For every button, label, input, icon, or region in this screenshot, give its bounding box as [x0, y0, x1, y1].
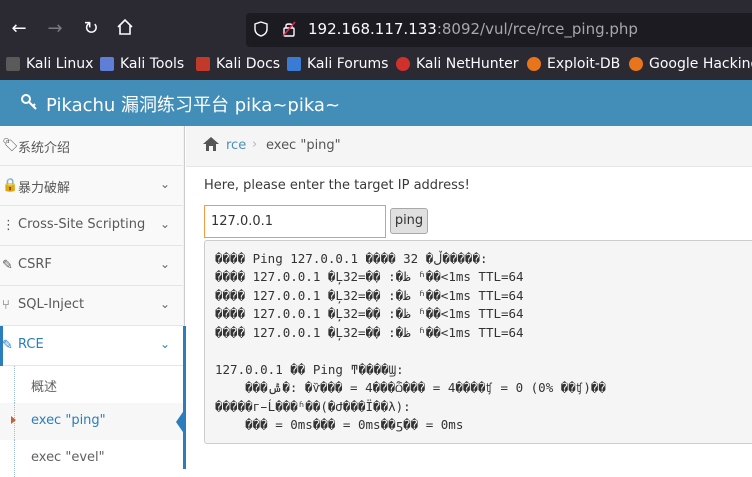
caret-right-icon	[11, 416, 16, 424]
bookmark-kali-nethunter[interactable]: Kali NetHunter	[396, 56, 518, 72]
brand[interactable]: Pikachu 漏洞练习平台 pika~pika~	[20, 91, 340, 117]
sidebar-item-sqli[interactable]: ⑂ SQL-Inject ⌄	[0, 286, 183, 326]
kali-docs-icon	[196, 57, 210, 71]
sliders-icon: ⋮	[2, 218, 15, 233]
sidebar-active-edge	[183, 326, 186, 469]
kali-dragon-icon	[6, 57, 20, 71]
breadcrumb: rce › exec "ping"	[186, 126, 752, 167]
sidebar-item-label: CSRF	[18, 257, 52, 272]
sidebar-item-label: 暴力破解	[18, 181, 71, 196]
subitem-label: 概述	[31, 380, 58, 395]
bookmark-label: Kali Linux	[26, 56, 94, 72]
app-title: Pikachu 漏洞练习平台 pika~pika~	[46, 95, 341, 116]
breadcrumb-separator: ›	[252, 137, 258, 152]
google-hacking-icon	[629, 57, 643, 71]
sidebar-item-label: 系统介绍	[18, 141, 71, 156]
pencil-icon: ✎	[2, 338, 13, 353]
sidebar-item-csrf[interactable]: ✎ CSRF ⌄	[0, 246, 183, 286]
exploit-db-icon	[527, 57, 541, 71]
edit-icon: ✎	[2, 258, 13, 273]
output-line: ���� Ping 127.0.0.1 ���� 32 �ֽڵ�����:	[215, 251, 488, 266]
sidebar-subitem-overview[interactable]: 概述	[0, 366, 183, 403]
kali-forums-icon	[287, 57, 301, 71]
chevron-down-icon: ⌄	[160, 297, 171, 311]
bookmark-label: Exploit-DB	[547, 56, 621, 72]
fork-icon: ⑂	[2, 298, 10, 313]
kali-tools-icon	[100, 57, 114, 71]
output-line: ���� 127.0.0.1 �Ļظ�: �ֽ�=32 ʱ��<1ms TTL=…	[215, 288, 524, 303]
bookmark-label: Kali NetHunter	[416, 56, 519, 72]
bookmark-google-hacking[interactable]: Google Hacking	[629, 56, 752, 72]
bookmark-label: Kali Docs	[216, 56, 281, 72]
ip-address-input[interactable]	[204, 205, 386, 238]
output-line: �����г̵Ĺ���ʱ��(�Ժ���Ϊ��λ):	[215, 399, 411, 414]
output-line: ���� 127.0.0.1 �Ļظ�: �ֽ�=32 ʱ��<1ms TTL=…	[215, 306, 524, 321]
lock-icon: 🔒	[2, 178, 19, 193]
url-text[interactable]: 192.168.117.133:8092/vul/rce/rce_ping.ph…	[308, 20, 638, 38]
sidebar-item-label: Cross-Site Scripting	[18, 217, 146, 232]
instruction-text: Here, please enter the target IP address…	[204, 178, 470, 193]
back-arrow-icon[interactable]: ←	[8, 18, 30, 40]
chevron-down-icon: ⌄	[160, 337, 171, 351]
shield-icon[interactable]	[254, 21, 270, 39]
sidebar-item-bruteforce[interactable]: 🔒 暴力破解 ⌄	[0, 166, 183, 206]
subitem-label: exec "ping"	[31, 413, 106, 428]
url-host: 192.168.117.133	[308, 20, 437, 38]
sidebar-subitem-exec-evel[interactable]: exec "evel"	[0, 440, 183, 477]
app-header: Pikachu 漏洞练习平台 pika~pika~	[0, 80, 752, 126]
home-icon[interactable]	[202, 136, 220, 156]
tree-line	[14, 440, 15, 477]
tree-line	[14, 366, 15, 403]
subitem-label: exec "evel"	[31, 450, 105, 465]
output-line: 127.0.0.1 �� Ping ͳ����Ϣ:	[215, 362, 404, 377]
bookmark-kali-tools[interactable]: Kali Tools	[100, 56, 184, 72]
bookmark-label: Kali Tools	[120, 56, 185, 72]
ping-output: ���� Ping 127.0.0.1 ���� 32 �ֽڵ�����: ��…	[204, 240, 752, 444]
sidebar-item-xss[interactable]: ⋮ Cross-Site Scripting ⌄	[0, 206, 183, 246]
tags-icon: 🏷	[2, 138, 19, 153]
bookmark-label: Kali Forums	[307, 56, 389, 72]
bookmarks-bar: Kali Linux Kali Tools Kali Docs Kali For…	[0, 50, 752, 80]
reload-icon[interactable]: ↻	[80, 18, 102, 40]
forward-arrow-icon[interactable]: →	[44, 18, 66, 40]
bookmark-kali-forums[interactable]: Kali Forums	[287, 56, 388, 72]
output-line: ���� 127.0.0.1 �Ļظ�: �ֽ�=32 ʱ��<1ms TTL=…	[215, 325, 524, 340]
sidebar: 🏷 系统介绍 🔒 暴力破解 ⌄ ⋮ Cross-Site Scripting ⌄…	[0, 126, 185, 477]
output-line: ���� 127.0.0.1 �Ļظ�: �ֽ�=32 ʱ��<1ms TTL=…	[215, 269, 524, 284]
ping-button[interactable]: ping	[390, 208, 428, 234]
sidebar-subitem-exec-ping[interactable]: exec "ping"	[0, 403, 185, 440]
key-icon	[20, 93, 38, 116]
breadcrumb-link-rce[interactable]: rce	[226, 138, 246, 153]
bookmark-label: Google Hacking	[649, 56, 752, 72]
insecure-lock-icon[interactable]	[282, 21, 298, 39]
home-icon[interactable]	[114, 18, 136, 40]
chevron-down-icon: ⌄	[160, 217, 171, 231]
breadcrumb-current: exec "ping"	[266, 138, 341, 153]
output-line: ���ݰ�: �ѷ��� = 4���ѽ��� = 4����ʧ = 0 (0%…	[215, 380, 606, 395]
sidebar-item-rce[interactable]: ✎ RCE ⌄	[0, 326, 183, 366]
bookmark-exploit-db[interactable]: Exploit-DB	[527, 56, 620, 72]
bookmark-kali-linux[interactable]: Kali Linux	[6, 56, 93, 72]
bookmark-kali-docs[interactable]: Kali Docs	[196, 56, 280, 72]
chevron-down-icon: ⌄	[160, 177, 171, 191]
sidebar-item-label: RCE	[18, 337, 44, 352]
url-bar[interactable]: 192.168.117.133:8092/vul/rce/rce_ping.ph…	[246, 13, 752, 47]
sidebar-item-intro[interactable]: 🏷 系统介绍	[0, 126, 183, 166]
sidebar-item-label: SQL-Inject	[18, 297, 85, 312]
url-path: :8092/vul/rce/rce_ping.php	[436, 20, 638, 38]
chevron-down-icon: ⌄	[160, 257, 171, 271]
kali-nethunter-icon	[396, 57, 410, 71]
output-line: ��� = 0ms��� = 0ms��ƽ�� = 0ms	[215, 417, 464, 432]
